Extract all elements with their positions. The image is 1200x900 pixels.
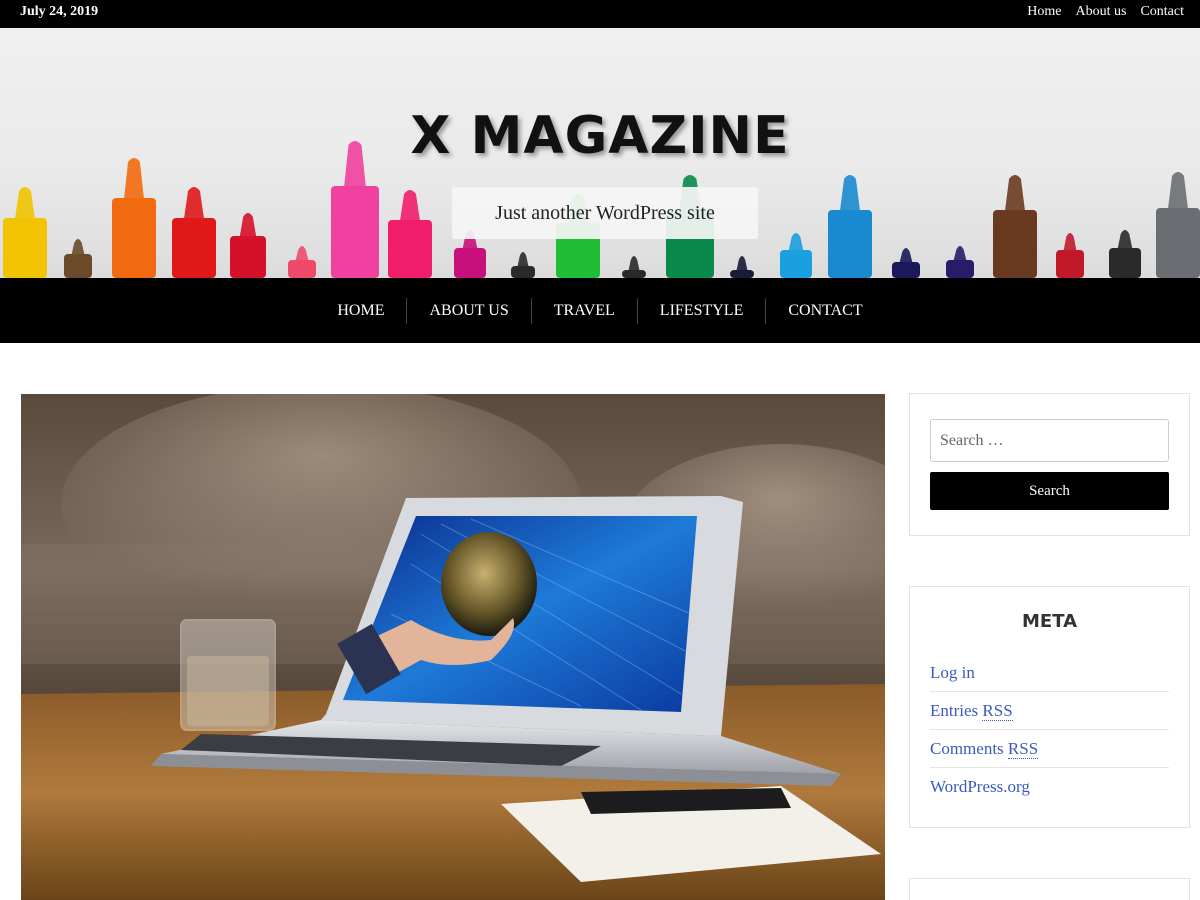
nav-item-contact[interactable]: CONTACT bbox=[765, 297, 884, 324]
marker-tip bbox=[15, 187, 35, 218]
top-link-home[interactable]: Home bbox=[1027, 4, 1061, 20]
main-navigation: HOME ABOUT US TRAVEL LIFESTYLE CONTACT bbox=[0, 278, 1200, 343]
marker-body bbox=[230, 236, 266, 278]
marker-body bbox=[64, 254, 92, 278]
marker-body bbox=[454, 248, 486, 278]
marker-body bbox=[1156, 208, 1200, 278]
marker-body bbox=[388, 220, 432, 278]
marker-tip bbox=[1063, 233, 1077, 250]
marker-body bbox=[993, 210, 1037, 278]
list-item: Entries RSS bbox=[930, 692, 1169, 730]
marker-body bbox=[112, 198, 156, 278]
site-tagline: Just another WordPress site bbox=[452, 187, 758, 239]
nav-item-lifestyle[interactable]: LIFESTYLE bbox=[636, 297, 766, 324]
top-link-contact[interactable]: Contact bbox=[1140, 4, 1184, 20]
marker-tip bbox=[71, 239, 85, 254]
laptop-photo-illustration bbox=[21, 394, 885, 900]
marker-tip bbox=[1117, 230, 1133, 248]
meta-link-wordpress-org[interactable]: WordPress.org bbox=[930, 777, 1030, 796]
meta-widget-title: META bbox=[1021, 611, 1078, 632]
marker-body bbox=[892, 262, 920, 278]
search-button[interactable]: Search bbox=[930, 472, 1169, 510]
marker-body bbox=[172, 218, 216, 278]
current-date: July 24, 2019 bbox=[20, 4, 99, 19]
marker-tip bbox=[400, 190, 420, 220]
marker-body bbox=[780, 250, 812, 278]
marker-tip bbox=[184, 187, 204, 218]
marker-body bbox=[3, 218, 47, 278]
list-item: WordPress.org bbox=[930, 768, 1169, 806]
marker-body bbox=[946, 260, 974, 278]
meta-widget: META Log in Entries RSS Comments RSS Wor… bbox=[909, 586, 1190, 828]
meta-link-entries-rss[interactable]: Entries RSS bbox=[930, 701, 1013, 721]
top-link-about-us[interactable]: About us bbox=[1076, 4, 1127, 20]
top-bar: July 24, 2019 Home About us Contact bbox=[0, 0, 1200, 28]
meta-link-log-in[interactable]: Log in bbox=[930, 663, 975, 682]
meta-links-list: Log in Entries RSS Comments RSS WordPres… bbox=[930, 654, 1169, 806]
marker-tip bbox=[840, 175, 860, 210]
top-links: Home About us Contact bbox=[1027, 4, 1184, 20]
header-banner: X MAGAZINE Just another WordPress site bbox=[0, 28, 1200, 278]
marker-tip bbox=[953, 246, 967, 260]
list-item: Log in bbox=[930, 654, 1169, 692]
sidebar-widget bbox=[909, 878, 1190, 900]
nav-item-home[interactable]: HOME bbox=[315, 298, 406, 324]
marker-body bbox=[622, 270, 646, 278]
marker-tip bbox=[239, 213, 257, 236]
marker-tip bbox=[899, 248, 913, 262]
marker-tip bbox=[628, 256, 640, 270]
featured-post-image[interactable] bbox=[21, 394, 885, 900]
nav-item-about-us[interactable]: ABOUT US bbox=[406, 297, 530, 324]
marker-tip bbox=[736, 256, 748, 270]
marker-body bbox=[1109, 248, 1141, 278]
marker-tip bbox=[517, 252, 529, 266]
marker-tip bbox=[788, 233, 804, 250]
meta-link-comments-rss[interactable]: Comments RSS bbox=[930, 739, 1039, 759]
marker-body bbox=[511, 266, 535, 278]
marker-body bbox=[730, 270, 754, 278]
site-title[interactable]: X MAGAZINE bbox=[0, 106, 1200, 166]
marker-body bbox=[331, 186, 379, 278]
nav-item-travel[interactable]: TRAVEL bbox=[530, 297, 637, 324]
marker-tip bbox=[1168, 172, 1188, 208]
marker-body bbox=[1056, 250, 1084, 278]
marker-tip bbox=[295, 246, 309, 260]
search-widget: Search bbox=[909, 393, 1190, 536]
marker-body bbox=[288, 260, 316, 278]
marker-body bbox=[828, 210, 872, 278]
list-item: Comments RSS bbox=[930, 730, 1169, 768]
search-input[interactable] bbox=[930, 419, 1169, 462]
marker-tip bbox=[1005, 175, 1025, 210]
